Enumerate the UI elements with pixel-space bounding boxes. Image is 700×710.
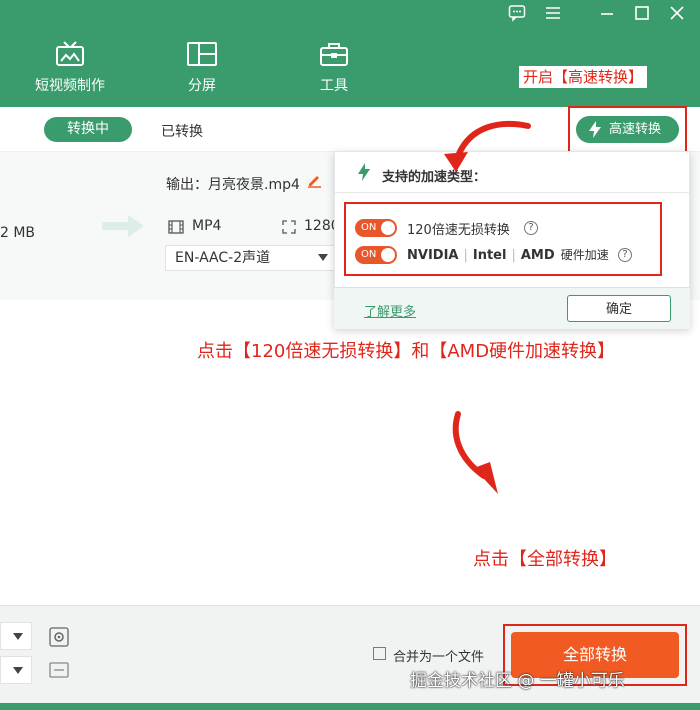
output-folder-select[interactable] (0, 656, 32, 684)
nav-short-video[interactable]: 短视频制作 (32, 40, 108, 95)
settings-icon[interactable] (48, 626, 70, 648)
annotation-highlight-box (344, 202, 662, 276)
resolution-icon (282, 220, 296, 234)
audio-track-select[interactable]: EN-AAC-2声道 (165, 245, 335, 271)
maximize-icon[interactable] (633, 4, 651, 22)
tab-converting[interactable]: 转换中 (44, 117, 132, 142)
annotation-highlight-box (568, 106, 687, 154)
tab-converted[interactable]: 已转换 (161, 121, 203, 141)
nav-label: 短视频制作 (35, 78, 105, 94)
annotation-arrow-icon (444, 120, 531, 172)
output-format-select[interactable] (0, 622, 32, 650)
file-size: 2 MB (0, 225, 36, 241)
nav-tools[interactable]: 工具 (308, 40, 360, 95)
close-icon[interactable] (668, 4, 686, 22)
folder-icon[interactable] (48, 660, 70, 680)
menu-icon[interactable] (544, 4, 562, 22)
minimize-icon[interactable] (598, 4, 616, 22)
tv-icon (56, 41, 84, 66)
lightning-icon (358, 163, 370, 181)
toolbox-icon (320, 43, 348, 66)
bottom-border (0, 703, 700, 710)
annotation-click-convert-all: 点击【全部转换】 (473, 549, 617, 570)
chevron-down-icon (13, 633, 23, 640)
nav-label: 分屏 (188, 78, 216, 94)
annotation-click-options: 点击【120倍速无损转换】和【AMD硬件加速转换】 (197, 341, 616, 362)
arrow-right-icon (102, 215, 144, 237)
confirm-button[interactable]: 确定 (567, 295, 671, 322)
chevron-down-icon (318, 254, 328, 261)
edit-icon[interactable] (307, 173, 322, 188)
divider (334, 192, 690, 193)
audio-track-value: EN-AAC-2声道 (175, 250, 271, 266)
film-icon (168, 220, 184, 234)
learn-more-link[interactable]: 了解更多 (364, 301, 416, 320)
merge-checkbox[interactable] (373, 647, 386, 660)
merge-label: 合并为一个文件 (393, 650, 485, 665)
annotation-open-speed: 开启【高速转换】 (519, 66, 648, 88)
nav-split-screen[interactable]: 分屏 (176, 40, 228, 95)
chat-icon[interactable] (508, 4, 526, 22)
split-screen-icon (187, 42, 217, 66)
chevron-down-icon (13, 667, 23, 674)
annotation-arrow-icon (452, 411, 498, 494)
output-filename: 输出：月亮夜景.mp4 (166, 177, 300, 193)
output-format: MP4 (192, 218, 222, 234)
nav-label: 工具 (320, 78, 348, 94)
watermark-text: 掘金技术社区 @ 一罐小可乐 (410, 671, 625, 691)
